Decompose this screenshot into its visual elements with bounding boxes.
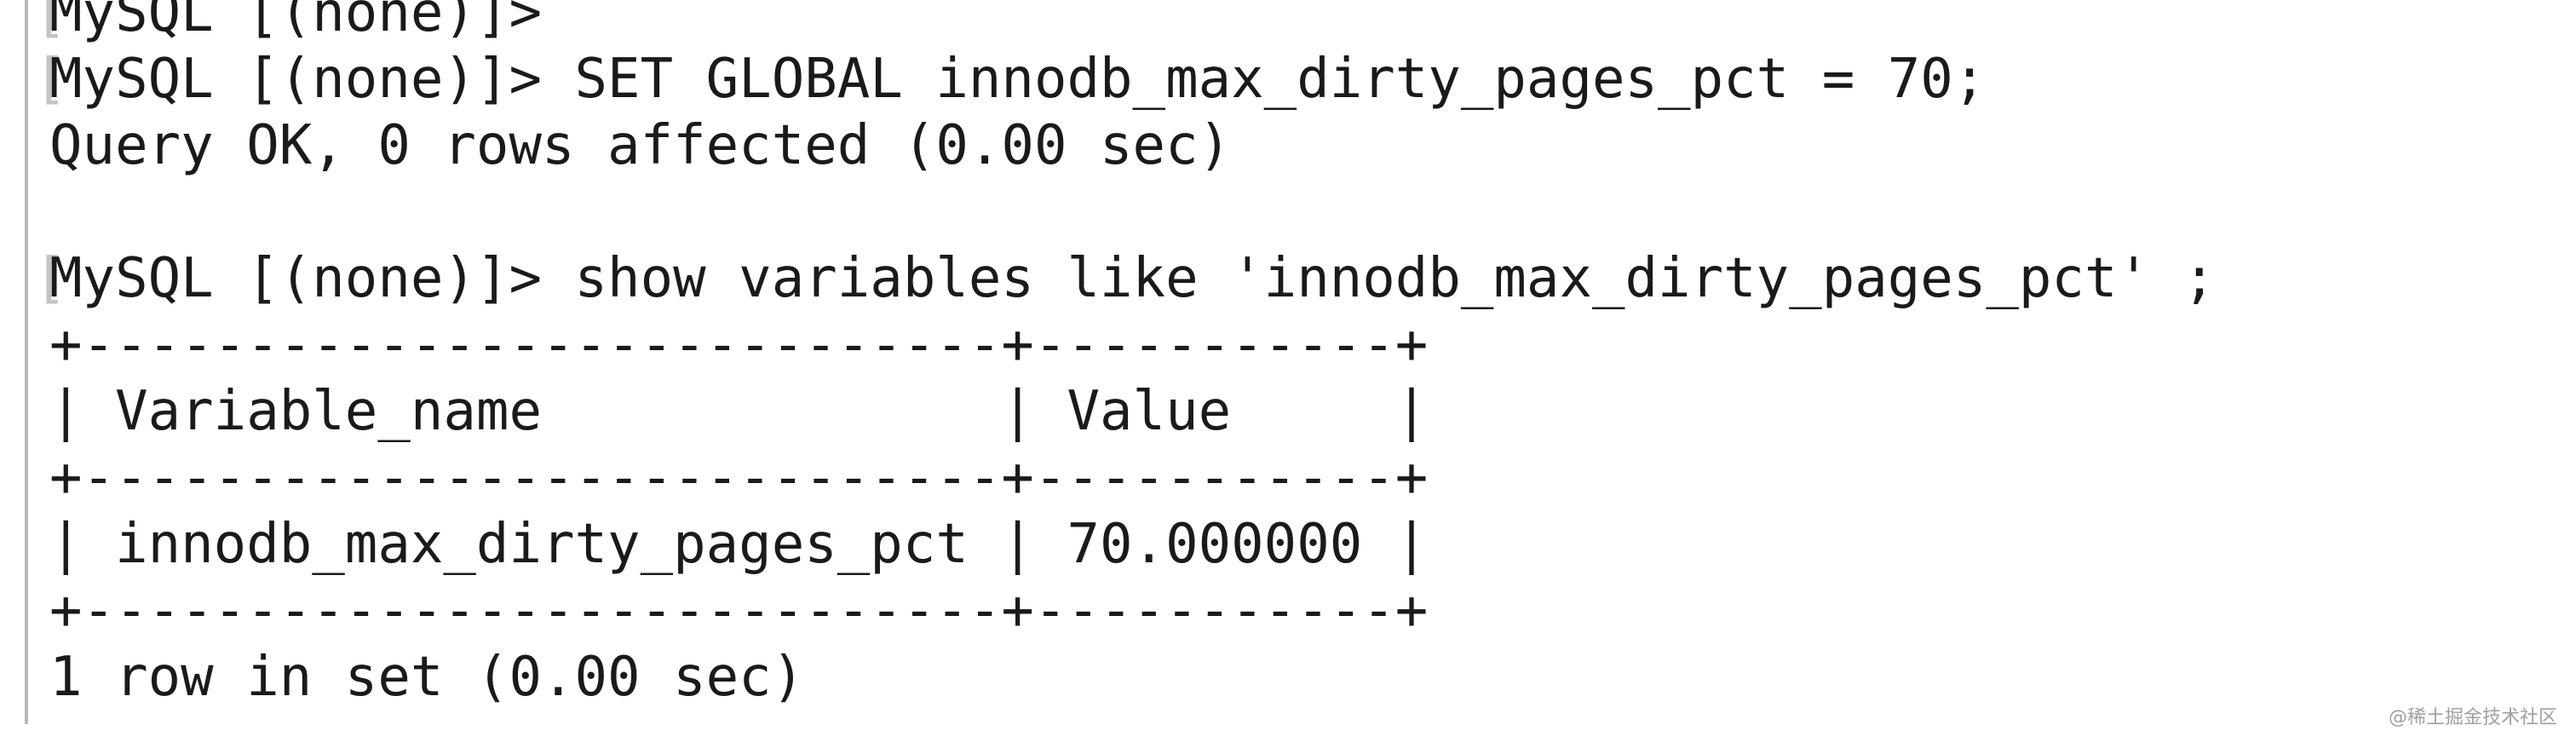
terminal-left-border	[25, 0, 28, 724]
line-text: Query OK, 0 rows affected (0.00 sec)	[49, 114, 1232, 177]
table-border: +----------------------------+----------…	[37, 312, 2216, 378]
terminal-line: [MySQL [(none)]> show variables like 'in…	[34, 245, 2217, 312]
bracket-mark: [	[34, 0, 67, 44]
line-text: +----------------------------+----------…	[49, 314, 1429, 377]
line-text: MySQL [(none)]> show variables like 'inn…	[49, 247, 2217, 310]
terminal-line: 1 row in set (0.00 sec)	[37, 644, 2216, 711]
terminal-line: Query OK, 0 rows affected (0.00 sec)	[37, 112, 2216, 179]
line-text: +----------------------------+----------…	[49, 446, 1429, 509]
table-border: +----------------------------+----------…	[37, 578, 2216, 644]
line-text: | Variable_name | Value |	[49, 380, 1429, 443]
bracket-mark: [	[34, 247, 67, 310]
terminal-line: [MySQL [(none)]> SET GLOBAL innodb_max_d…	[34, 46, 2216, 112]
line-text: 1 row in set (0.00 sec)	[49, 646, 805, 709]
table-border: +----------------------------+----------…	[37, 445, 2216, 511]
table-row: | innodb_max_dirty_pages_pct | 70.000000…	[37, 511, 2216, 578]
line-text: MySQL [(none)]> SET GLOBAL innodb_max_di…	[49, 48, 1987, 111]
line-text: MySQL [(none)]>	[49, 0, 542, 44]
terminal-line: [MySQL [(none)]>	[34, 0, 2216, 46]
terminal-output: [MySQL [(none)]> [MySQL [(none)]> SET GLO…	[34, 0, 2217, 711]
line-text: +----------------------------+----------…	[49, 579, 1429, 642]
watermark: @稀土掘金技术社区	[2388, 707, 2557, 728]
line-text: | innodb_max_dirty_pages_pct | 70.000000…	[49, 513, 1429, 576]
table-header-row: | Variable_name | Value |	[37, 378, 2216, 445]
bracket-mark: [	[34, 48, 67, 111]
